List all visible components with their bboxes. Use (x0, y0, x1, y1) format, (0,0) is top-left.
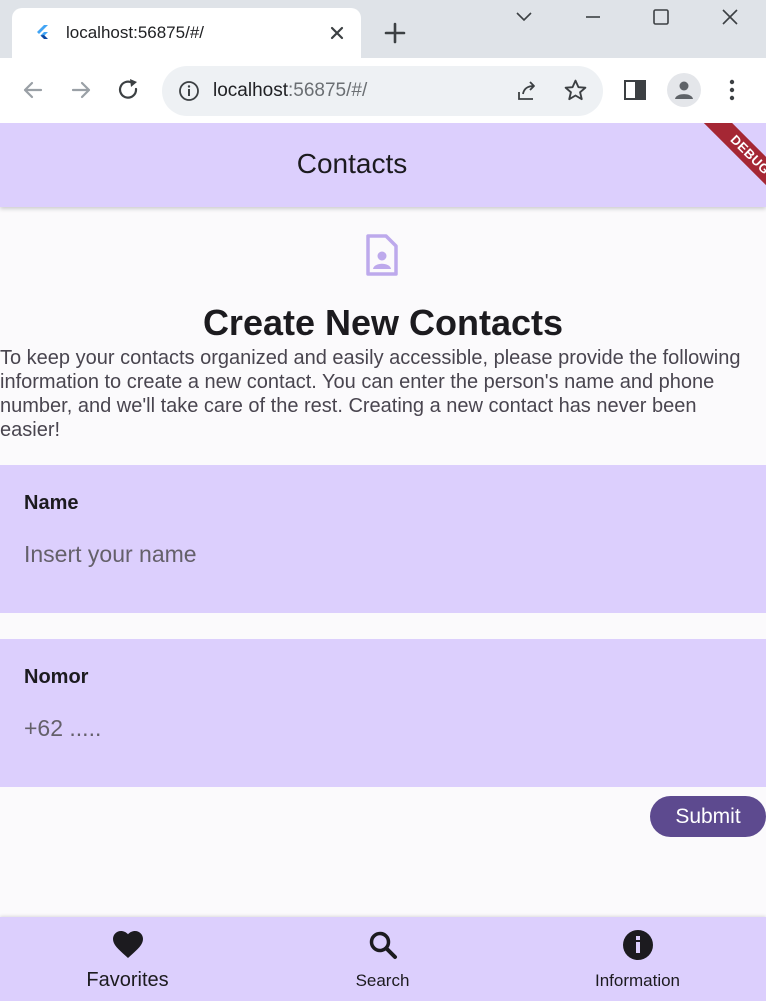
number-input[interactable] (24, 711, 724, 745)
person-icon (675, 81, 693, 99)
back-arrow-icon[interactable] (20, 77, 46, 103)
info-icon (623, 930, 653, 960)
section-description: To keep your contacts organized and easi… (0, 347, 741, 441)
flutter-icon (37, 25, 48, 39)
name-field-label: Name (24, 492, 79, 514)
side-panel-icon[interactable] (622, 77, 648, 103)
bottom-navigation: Favorites Search Information (0, 917, 766, 1001)
chevron-down-icon[interactable] (513, 6, 535, 28)
nav-item-search[interactable]: Search (255, 917, 510, 1001)
close-icon[interactable] (326, 22, 348, 44)
name-field: Name (0, 465, 766, 613)
reload-icon[interactable] (116, 77, 142, 103)
number-field: Nomor (0, 639, 766, 787)
nav-label-favorites: Favorites (86, 969, 169, 991)
minimize-icon[interactable] (582, 6, 604, 28)
nav-item-favorites[interactable]: Favorites (0, 917, 255, 1001)
url-host: localhost (213, 80, 288, 101)
profile-avatar[interactable] (667, 73, 701, 107)
section-heading: Create New Contacts (202, 302, 564, 343)
window-close-icon[interactable] (719, 6, 741, 28)
nav-label-information: Information (594, 971, 681, 990)
page-title: Contacts (296, 148, 408, 179)
forward-arrow-icon[interactable] (68, 77, 94, 103)
app-viewport: Contacts DEBUG Create New Contacts To ke… (0, 123, 766, 1001)
search-icon (369, 931, 397, 959)
number-field-label: Nomor (24, 666, 89, 688)
maximize-icon[interactable] (650, 6, 672, 28)
nav-item-information[interactable]: Information (510, 917, 765, 1001)
address-bar[interactable]: localhost:56875/#/ (162, 66, 603, 116)
nav-label-search: Search (355, 971, 410, 990)
submit-button[interactable]: Submit (650, 796, 766, 837)
star-icon[interactable] (563, 78, 588, 103)
heart-icon (113, 931, 143, 958)
url-path: :56875/#/ (288, 80, 368, 101)
more-vert-icon[interactable] (719, 77, 745, 103)
info-circle-icon[interactable] (178, 80, 200, 102)
url-text[interactable]: localhost:56875/#/ (213, 79, 367, 103)
browser-tab[interactable]: localhost:56875/#/ (12, 8, 361, 58)
new-tab-icon[interactable] (382, 20, 408, 46)
name-input[interactable] (24, 537, 724, 571)
browser-toolbar: localhost:56875/#/ (0, 58, 766, 123)
share-icon[interactable] (515, 79, 539, 103)
tab-title: localhost:56875/#/ (66, 23, 204, 42)
browser-tab-strip: localhost:56875/#/ (0, 0, 766, 58)
app-bar: Contacts (0, 123, 766, 207)
contact-page-icon (366, 234, 398, 276)
